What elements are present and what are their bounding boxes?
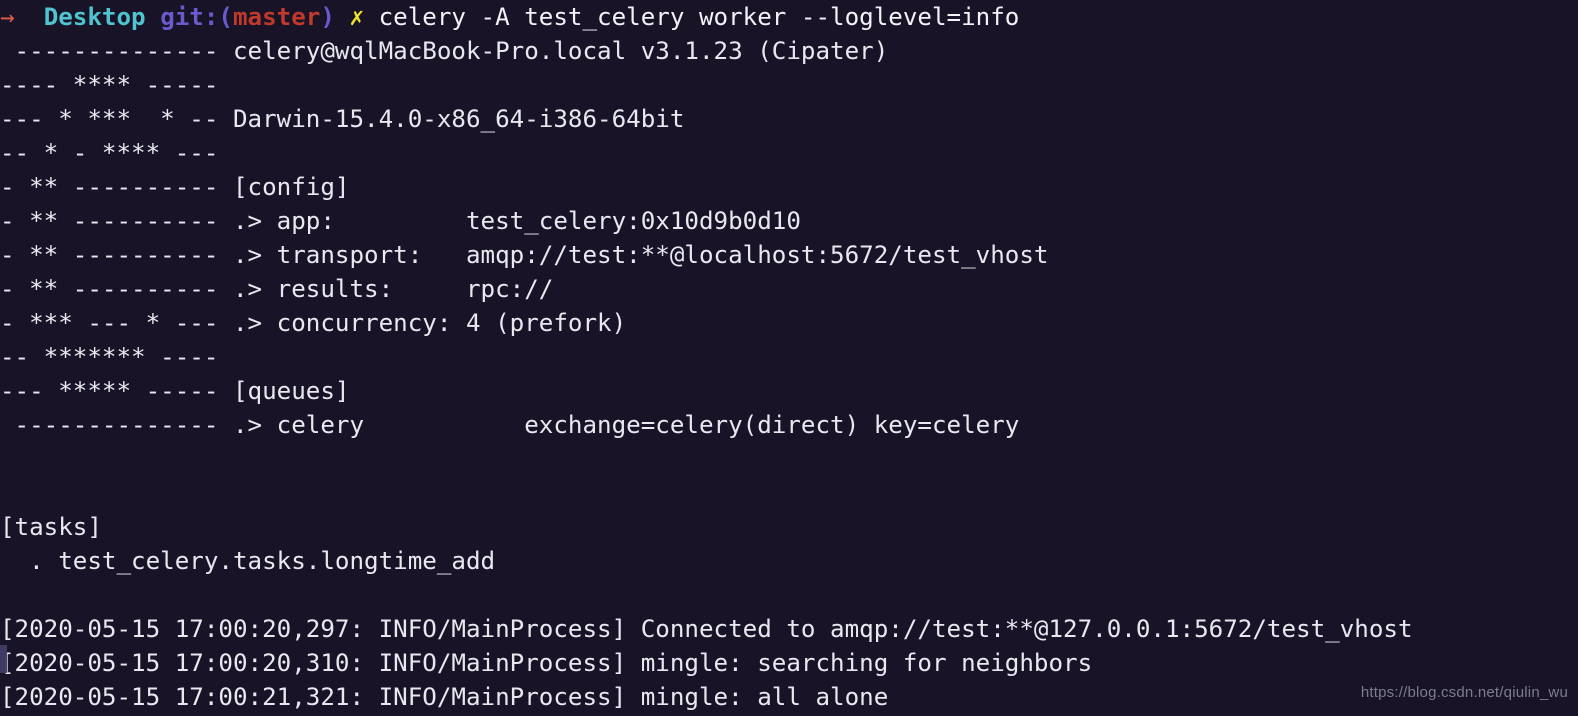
prompt-gap-4 <box>364 3 379 31</box>
prompt-gap-2 <box>146 3 161 31</box>
banner-text-5: .> app: test_celery:0x10d9b0d10 <box>233 207 801 235</box>
banner-pad-2 <box>218 105 233 133</box>
banner-row-10: --- ***** ----- [queues] <box>0 374 1578 408</box>
log-line-1: [2020-05-15 17:00:20,310: INFO/MainProce… <box>0 649 1093 677</box>
prompt-arrow-icon: → <box>0 3 15 31</box>
prompt-git-suffix: ) <box>320 3 335 31</box>
banner-pad-10 <box>218 377 233 405</box>
terminal-screen[interactable]: → Desktop git:(master) ✗ celery -A test_… <box>0 0 1578 714</box>
prompt-git-branch: master <box>233 3 321 31</box>
banner-art-11: -------------- <box>0 411 219 439</box>
banner-art-10: --- ***** ----- <box>0 377 219 405</box>
log-line-0: [2020-05-15 17:00:20,297: INFO/MainProce… <box>0 615 1413 643</box>
spacer-line-3 <box>0 578 1578 612</box>
prompt-git-prefix: git:( <box>160 3 233 31</box>
banner-art-5: - ** ---------- <box>0 207 219 235</box>
prompt-dirty-mark-icon: ✗ <box>349 3 365 31</box>
spacer-line-1 <box>0 442 1578 476</box>
banner-art-8: - *** --- * --- <box>0 309 219 337</box>
prompt-directory: Desktop <box>43 3 146 31</box>
watermark-text: https://blog.csdn.net/qiulin_wu <box>1360 684 1568 701</box>
banner-pad-8 <box>218 309 233 337</box>
banner-text-4: [config] <box>233 173 350 201</box>
banner-art-6: - ** ---------- <box>0 241 219 269</box>
log-line-2: [2020-05-15 17:00:21,321: INFO/MainProce… <box>0 683 889 711</box>
banner-pad-7 <box>218 275 233 303</box>
banner-art-9: -- ******* ---- <box>0 343 219 371</box>
banner-row-2: --- * *** * -- Darwin-15.4.0-x86_64-i386… <box>0 102 1578 136</box>
terminal-window[interactable]: → Desktop git:(master) ✗ celery -A test_… <box>0 0 1578 716</box>
banner-art-0: -------------- <box>0 37 219 65</box>
banner-row-0: -------------- celery@wqlMacBook-Pro.loc… <box>0 34 1578 68</box>
banner-row-1: ---- **** ----- <box>0 68 1578 102</box>
banner-pad-11 <box>218 411 233 439</box>
banner-row-9: -- ******* ---- <box>0 340 1578 374</box>
tasks-item-0: . test_celery.tasks.longtime_add <box>0 547 496 575</box>
banner-text-2: Darwin-15.4.0-x86_64-i386-64bit <box>233 105 685 133</box>
banner-pad-5 <box>218 207 233 235</box>
banner-pad-4 <box>218 173 233 201</box>
banner-row-5: - ** ---------- .> app: test_celery:0x10… <box>0 204 1578 238</box>
banner-pad-1 <box>218 71 233 99</box>
banner-pad-9 <box>218 343 233 371</box>
banner-pad-6 <box>218 241 233 269</box>
banner-pad-3 <box>218 139 233 167</box>
command-text: celery -A test_celery worker --loglevel=… <box>378 3 1020 31</box>
banner-art-1: ---- **** ----- <box>0 71 219 99</box>
spacer-line-2 <box>0 476 1578 510</box>
banner-art-2: --- * *** * -- <box>0 105 219 133</box>
prompt-line: → Desktop git:(master) ✗ celery -A test_… <box>0 0 1578 34</box>
banner-pad-0 <box>218 37 233 65</box>
banner-text-6: .> transport: amqp://test:**@localhost:5… <box>233 241 1049 269</box>
banner-text-10: [queues] <box>233 377 350 405</box>
terminal-cursor <box>0 645 7 673</box>
banner-row-3: -- * - **** --- <box>0 136 1578 170</box>
banner-row-7: - ** ---------- .> results: rpc:// <box>0 272 1578 306</box>
banner-row-8: - *** --- * --- .> concurrency: 4 (prefo… <box>0 306 1578 340</box>
banner-row-11: -------------- .> celery exchange=celery… <box>0 408 1578 442</box>
banner-row-4: - ** ---------- [config] <box>0 170 1578 204</box>
prompt-gap-1 <box>15 3 44 31</box>
banner-text-8: .> concurrency: 4 (prefork) <box>233 309 627 337</box>
banner-art-7: - ** ---------- <box>0 275 219 303</box>
banner-row-6: - ** ---------- .> transport: amqp://tes… <box>0 238 1578 272</box>
tasks-header: [tasks] <box>0 513 102 541</box>
banner-text-0: celery@wqlMacBook-Pro.local v3.1.23 (Cip… <box>233 37 889 65</box>
banner-text-7: .> results: rpc:// <box>233 275 554 303</box>
prompt-gap-3 <box>335 3 350 31</box>
banner-text-11: .> celery exchange=celery(direct) key=ce… <box>233 411 1020 439</box>
banner-art-3: -- * - **** --- <box>0 139 219 167</box>
banner-art-4: - ** ---------- <box>0 173 219 201</box>
